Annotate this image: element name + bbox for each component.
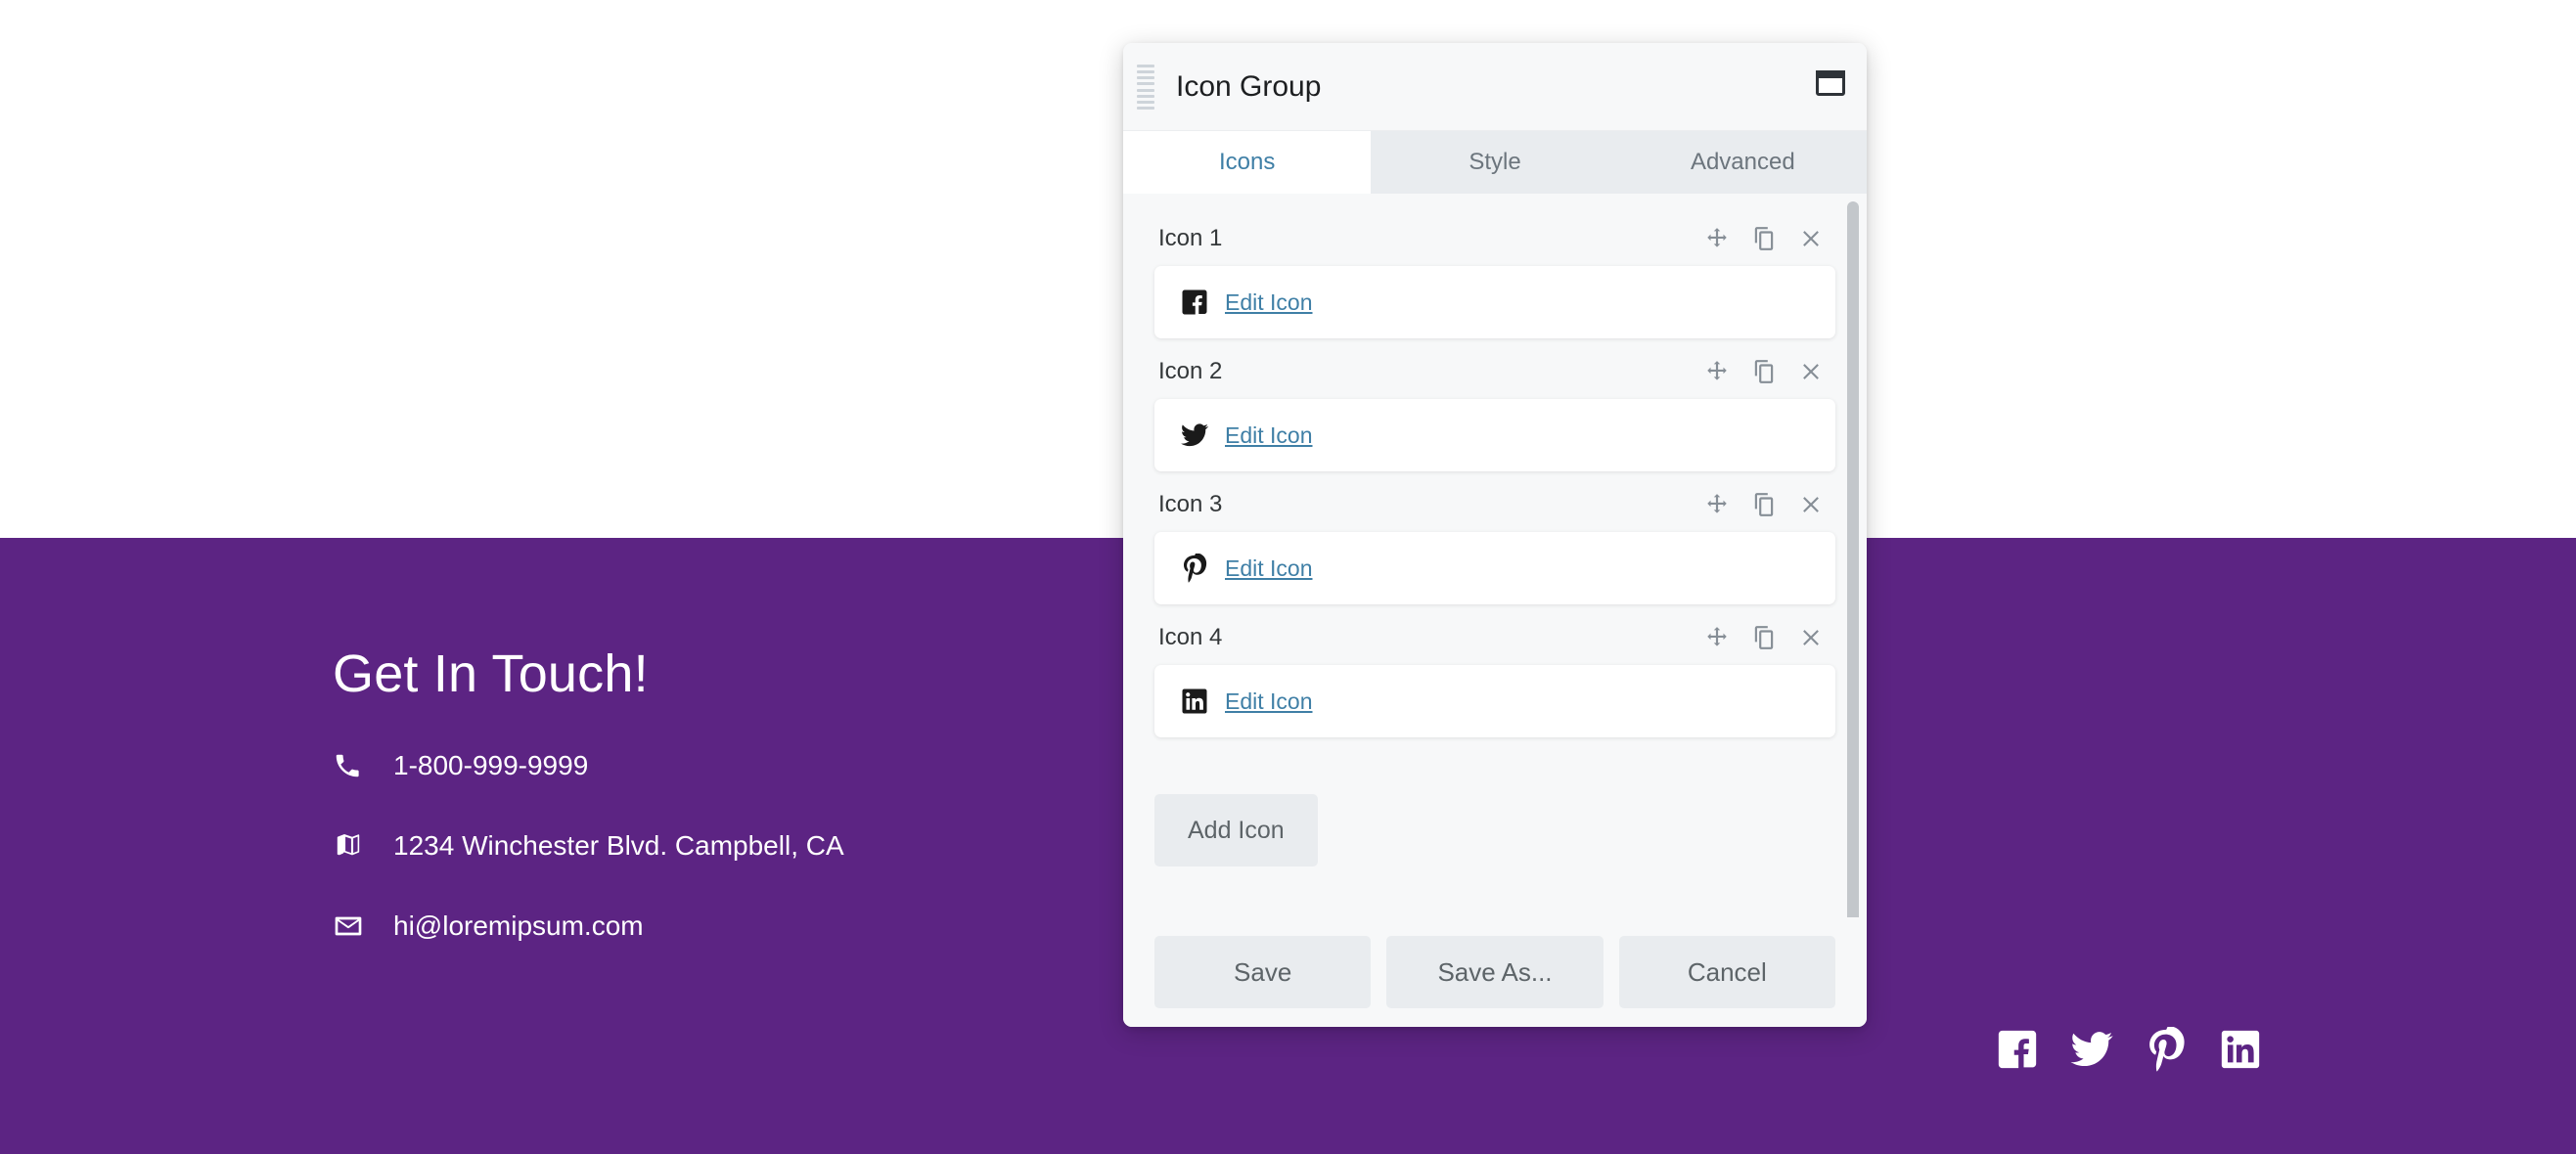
move-icon[interactable] (1704, 625, 1730, 650)
phone-icon (333, 748, 376, 783)
envelope-icon (333, 909, 376, 944)
contact-text-address: 1234 Winchester Blvd. Campbell, CA (393, 830, 844, 862)
remove-icon[interactable] (1798, 492, 1824, 517)
icon-block-actions (1704, 226, 1824, 251)
facebook-icon[interactable] (1995, 1027, 2040, 1072)
icon-block-header: Icon 2 (1154, 352, 1835, 391)
remove-icon[interactable] (1798, 226, 1824, 251)
remove-icon[interactable] (1798, 359, 1824, 384)
modal-body: Icon 1 Edit Icon Icon 2 Edit Icon Icon 3… (1123, 194, 1867, 917)
contact-text-phone: 1-800-999-9999 (393, 750, 589, 781)
modal-footer: Save Save As... Cancel (1123, 917, 1867, 1027)
linkedin-icon (1180, 687, 1209, 716)
linkedin-icon[interactable] (2218, 1027, 2263, 1072)
tab-style[interactable]: Style (1371, 131, 1619, 194)
contact-text-email: hi@loremipsum.com (393, 910, 644, 942)
icon-block: Icon 2 Edit Icon (1154, 352, 1835, 471)
move-icon[interactable] (1704, 359, 1730, 384)
save-as-button[interactable]: Save As... (1386, 936, 1604, 1008)
icon-block-header: Icon 4 (1154, 618, 1835, 657)
save-button[interactable]: Save (1154, 936, 1372, 1008)
duplicate-icon[interactable] (1751, 226, 1777, 251)
icon-block-label: Icon 1 (1158, 225, 1223, 251)
icon-block-label: Icon 4 (1158, 624, 1223, 650)
pinterest-icon[interactable] (2144, 1027, 2189, 1072)
icon-block-actions (1704, 359, 1824, 384)
footer-social-row (1995, 1027, 2263, 1072)
icon-block-actions (1704, 492, 1824, 517)
icon-card: Edit Icon (1154, 665, 1835, 737)
modal-title: Icon Group (1176, 69, 1322, 103)
icon-block-header: Icon 3 (1154, 485, 1835, 524)
icon-block-label: Icon 3 (1158, 491, 1223, 517)
icon-card: Edit Icon (1154, 266, 1835, 338)
edit-icon-link[interactable]: Edit Icon (1225, 289, 1313, 316)
icon-card: Edit Icon (1154, 399, 1835, 471)
icon-block-actions (1704, 625, 1824, 650)
facebook-icon (1180, 288, 1209, 317)
duplicate-icon[interactable] (1751, 359, 1777, 384)
window-restore-icon[interactable] (1816, 70, 1845, 96)
map-icon (333, 828, 376, 864)
twitter-icon[interactable] (2069, 1027, 2114, 1072)
page-root: Get In Touch! 1-800-999-9999 1234 Winche… (0, 0, 2576, 1154)
modal-tabs: Icons Style Advanced (1123, 131, 1867, 194)
add-icon-button[interactable]: Add Icon (1154, 794, 1318, 866)
move-icon[interactable] (1704, 492, 1730, 517)
edit-icon-link[interactable]: Edit Icon (1225, 422, 1313, 449)
remove-icon[interactable] (1798, 625, 1824, 650)
modal-scrollbar-thumb[interactable] (1847, 201, 1859, 917)
icon-block-label: Icon 2 (1158, 358, 1223, 384)
move-icon[interactable] (1704, 226, 1730, 251)
icon-block: Icon 3 Edit Icon (1154, 485, 1835, 604)
icon-card: Edit Icon (1154, 532, 1835, 604)
cancel-button[interactable]: Cancel (1618, 936, 1835, 1008)
pinterest-icon (1180, 554, 1209, 583)
twitter-icon (1180, 421, 1209, 450)
duplicate-icon[interactable] (1751, 625, 1777, 650)
modal-scrollbar[interactable] (1847, 201, 1859, 917)
modal-header: Icon Group (1123, 43, 1867, 131)
edit-icon-link[interactable]: Edit Icon (1225, 688, 1313, 715)
edit-icon-link[interactable]: Edit Icon (1225, 555, 1313, 582)
drag-handle-icon[interactable] (1137, 65, 1154, 110)
icon-block: Icon 1 Edit Icon (1154, 219, 1835, 338)
icon-block-header: Icon 1 (1154, 219, 1835, 258)
icon-group-modal: Icon Group Icons Style Advanced Icon 1 E… (1123, 43, 1867, 1027)
icon-block: Icon 4 Edit Icon (1154, 618, 1835, 737)
tab-icons[interactable]: Icons (1123, 131, 1372, 194)
duplicate-icon[interactable] (1751, 492, 1777, 517)
tab-advanced[interactable]: Advanced (1618, 131, 1867, 194)
